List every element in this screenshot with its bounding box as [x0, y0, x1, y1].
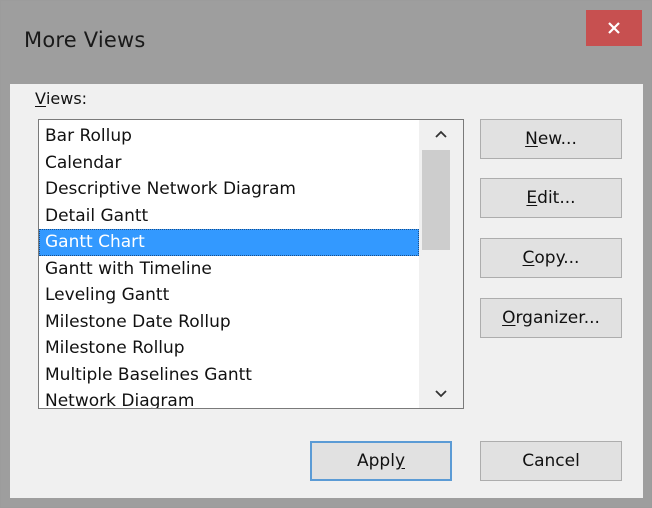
list-item[interactable]: Calendar: [39, 150, 419, 177]
list-item[interactable]: Network Diagram: [39, 388, 419, 408]
title-bar[interactable]: More Views: [2, 2, 650, 84]
apply-button[interactable]: Appl y: [310, 441, 452, 481]
close-icon: [608, 22, 620, 34]
cancel-button[interactable]: Cancel: [480, 441, 622, 481]
chevron-up-icon: [435, 130, 447, 138]
vertical-scrollbar[interactable]: [419, 120, 463, 408]
list-item[interactable]: Leveling Gantt: [39, 282, 419, 309]
list-item[interactable]: Milestone Date Rollup: [39, 309, 419, 336]
views-label: Views:: [35, 89, 88, 108]
scroll-up-button[interactable]: [419, 120, 463, 148]
edit-button[interactable]: Edit...: [480, 178, 622, 218]
dialog-title: More Views: [24, 28, 146, 52]
list-item[interactable]: Descriptive Network Diagram: [39, 176, 419, 203]
list-item[interactable]: Detail Gantt: [39, 203, 419, 230]
organizer-button[interactable]: Organizer...: [480, 298, 622, 338]
list-item[interactable]: Bar Rollup: [39, 123, 419, 150]
list-item[interactable]: Gantt with Timeline: [39, 256, 419, 283]
views-list: Bar Rollup Calendar Descriptive Network Di…: [39, 123, 419, 408]
views-listbox[interactable]: Bar Rollup Calendar Descriptive Network Di…: [38, 119, 464, 409]
scroll-thumb[interactable]: [422, 150, 450, 250]
list-item[interactable]: Milestone Rollup: [39, 335, 419, 362]
close-button[interactable]: [586, 10, 642, 46]
scroll-down-button[interactable]: [419, 380, 463, 408]
list-item[interactable]: Gantt Chart: [39, 229, 419, 256]
more-views-dialog: More Views Views: Bar Rollup Calendar Desc…: [0, 0, 652, 508]
new-button[interactable]: New...: [480, 119, 622, 159]
list-item[interactable]: Multiple Baselines Gantt: [39, 362, 419, 389]
chevron-down-icon: [435, 390, 447, 398]
copy-button[interactable]: Copy...: [480, 238, 622, 278]
dialog-body: Views: Bar Rollup Calendar Descriptive Net…: [10, 84, 643, 498]
